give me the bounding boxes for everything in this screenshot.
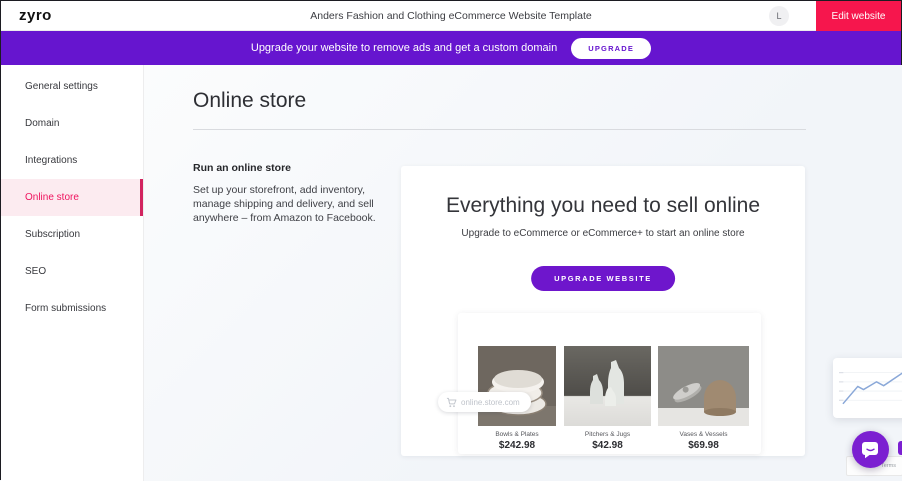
sidebar-item-online-store[interactable]: Online store xyxy=(1,179,143,216)
store-address-pill: online.store.com xyxy=(438,392,531,412)
product-card: Vases & Vessels $69.98 xyxy=(658,346,749,451)
sales-sparkline xyxy=(839,365,902,411)
product-card: Pitchers & Jugs $42.98 xyxy=(564,346,651,451)
product-price: $69.98 xyxy=(658,440,749,451)
upgrade-website-button[interactable]: UPGRADE WEBSITE xyxy=(531,266,675,291)
sidebar-item-subscription[interactable]: Subscription xyxy=(1,216,143,253)
sales-chart-card xyxy=(833,358,902,418)
sidebar-item-seo[interactable]: SEO xyxy=(1,253,143,290)
promo-subheading: Upgrade to eCommerce or eCommerce+ to st… xyxy=(401,228,805,239)
upgrade-button[interactable]: UPGRADE xyxy=(571,38,651,59)
product-photo-pitchers xyxy=(564,346,651,426)
terms-label: Terms xyxy=(881,463,896,469)
settings-sidebar: General settings Domain Integrations Onl… xyxy=(1,65,144,481)
store-address-text: online.store.com xyxy=(461,398,520,407)
product-photo-vases xyxy=(658,346,749,426)
ecommerce-promo-card: Everything you need to sell online Upgra… xyxy=(401,166,805,456)
sidebar-item-integrations[interactable]: Integrations xyxy=(1,142,143,179)
zyro-logo[interactable]: zyro xyxy=(19,7,52,24)
chat-widget-edge-tab[interactable] xyxy=(898,441,902,455)
product-name: Pitchers & Jugs xyxy=(564,431,651,438)
site-title: Anders Fashion and Clothing eCommerce We… xyxy=(1,10,901,22)
sidebar-item-general-settings[interactable]: General settings xyxy=(1,68,143,105)
section-description: Set up your storefront, add inventory, m… xyxy=(193,183,389,225)
promo-heading: Everything you need to sell online xyxy=(401,194,805,218)
product-photo-bowls xyxy=(478,346,556,426)
store-illustration-panel: Bowls & Plates $242.98 xyxy=(458,313,761,454)
upgrade-banner-text: Upgrade your website to remove ads and g… xyxy=(251,42,557,54)
product-name: Vases & Vessels xyxy=(658,431,749,438)
shopping-cart-icon xyxy=(446,397,457,408)
main-content: Online store Run an online store Set up … xyxy=(144,65,902,481)
top-bar: zyro Anders Fashion and Clothing eCommer… xyxy=(1,1,901,31)
product-price: $242.98 xyxy=(478,440,556,451)
chat-bubble-icon xyxy=(861,441,880,459)
upgrade-banner: Upgrade your website to remove ads and g… xyxy=(1,31,901,65)
sidebar-item-domain[interactable]: Domain xyxy=(1,105,143,142)
user-avatar[interactable]: L xyxy=(769,6,789,26)
chat-widget-button[interactable] xyxy=(852,431,889,468)
sidebar-item-form-submissions[interactable]: Form submissions xyxy=(1,290,143,327)
product-name: Bowls & Plates xyxy=(478,431,556,438)
product-price: $42.98 xyxy=(564,440,651,451)
section-heading: Run an online store xyxy=(193,162,389,174)
section-info: Run an online store Set up your storefro… xyxy=(193,162,389,225)
edit-website-button[interactable]: Edit website xyxy=(816,1,901,31)
title-divider xyxy=(193,129,806,130)
page-title: Online store xyxy=(193,89,306,113)
